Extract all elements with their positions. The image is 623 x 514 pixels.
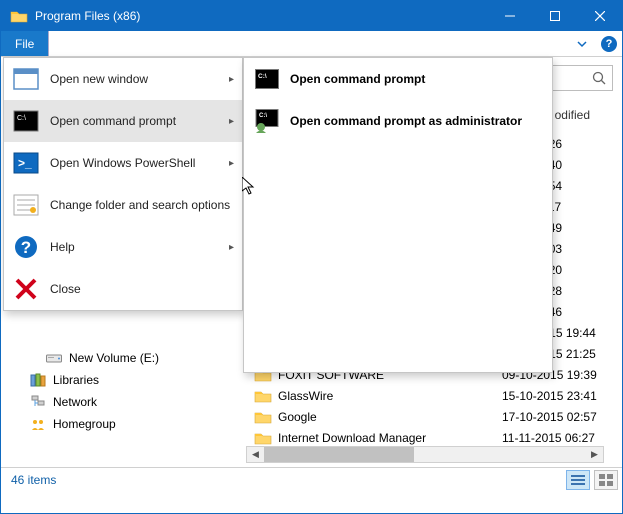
view-icons-button[interactable] <box>594 470 618 490</box>
file-tab[interactable]: File <box>1 31 49 56</box>
file-name: Google <box>278 410 502 424</box>
titlebar: Program Files (x86) <box>1 1 622 31</box>
column-header-modified[interactable]: odified <box>547 103 622 127</box>
cursor-icon <box>242 177 258 197</box>
file-name: GlassWire <box>278 389 502 403</box>
help-button[interactable]: ? <box>596 31 622 56</box>
svg-text:C:\: C:\ <box>259 113 267 119</box>
menu-change-options[interactable]: Change folder and search options <box>4 184 242 226</box>
options-icon <box>12 191 40 219</box>
ribbon-tab-row: File ? <box>1 31 622 57</box>
chevron-right-icon: ▸ <box>229 116 234 127</box>
sidebar-item-drive-e[interactable]: New Volume (E:) <box>1 347 231 369</box>
item-count: 46 items <box>11 473 56 487</box>
chevron-right-icon: ▸ <box>229 242 234 253</box>
file-menu: Open new window ▸ C:\ Open command promp… <box>3 57 243 311</box>
maximize-button[interactable] <box>532 1 577 31</box>
svg-text:C:\: C:\ <box>258 73 267 80</box>
window-title: Program Files (x86) <box>35 1 140 31</box>
submenu-open-cmd[interactable]: C:\ Open command prompt <box>244 58 552 100</box>
sidebar-item-homegroup[interactable]: Homegroup <box>1 413 231 435</box>
cmd-admin-icon: C:\ <box>254 108 280 134</box>
sidebar-item-libraries[interactable]: Libraries <box>1 369 231 391</box>
svg-text:>_: >_ <box>18 156 32 170</box>
file-date: 15-10-2015 23:41 <box>502 389 622 403</box>
scroll-left-icon: ◀ <box>247 449 264 460</box>
folder-icon <box>254 389 272 403</box>
ribbon-collapse-button[interactable] <box>568 31 596 56</box>
close-button[interactable] <box>577 1 622 31</box>
nav-sidebar: New Volume (E:) Libraries Network Homegr… <box>1 347 231 435</box>
menu-open-new-window[interactable]: Open new window ▸ <box>4 58 242 100</box>
menu-help[interactable]: ? Help ▸ <box>4 226 242 268</box>
help-icon: ? <box>601 36 617 52</box>
menu-open-powershell[interactable]: >_ Open Windows PowerShell ▸ <box>4 142 242 184</box>
folder-icon <box>10 9 28 23</box>
file-name: Internet Download Manager <box>278 431 502 445</box>
powershell-icon: >_ <box>12 149 40 177</box>
content-area: odified 2015 20:262015 19:402015 19:5420… <box>1 57 622 491</box>
help-large-icon: ? <box>12 233 40 261</box>
cmd-icon: C:\ <box>254 66 280 92</box>
cmd-icon: C:\ <box>12 107 40 135</box>
sidebar-item-network[interactable]: Network <box>1 391 231 413</box>
view-details-button[interactable] <box>566 470 590 490</box>
homegroup-icon <box>29 416 47 432</box>
svg-text:?: ? <box>21 238 31 257</box>
chevron-right-icon: ▸ <box>229 158 234 169</box>
search-icon <box>592 71 606 85</box>
network-icon <box>29 394 47 410</box>
chevron-right-icon: ▸ <box>229 74 234 85</box>
folder-icon <box>254 410 272 424</box>
file-row[interactable]: GlassWire15-10-2015 23:41 <box>246 385 622 406</box>
new-window-icon <box>12 65 40 93</box>
file-date: 11-11-2015 06:27 <box>502 431 622 445</box>
horizontal-scrollbar[interactable]: ◀ ▶ <box>246 446 604 463</box>
drive-icon <box>45 350 63 366</box>
scroll-right-icon: ▶ <box>586 449 603 460</box>
scroll-thumb[interactable] <box>264 447 414 462</box>
status-bar: 46 items <box>1 467 622 491</box>
minimize-button[interactable] <box>487 1 532 31</box>
file-row[interactable]: Google17-10-2015 02:57 <box>246 406 622 427</box>
svg-text:C:\: C:\ <box>17 115 26 122</box>
file-date: 17-10-2015 02:57 <box>502 410 622 424</box>
cmd-submenu: C:\ Open command prompt C:\ Open command… <box>243 57 553 373</box>
close-x-icon <box>12 275 40 303</box>
file-row[interactable]: Internet Download Manager11-11-2015 06:2… <box>246 427 622 448</box>
menu-close[interactable]: Close <box>4 268 242 310</box>
submenu-open-cmd-admin[interactable]: C:\ Open command prompt as administrator <box>244 100 552 142</box>
folder-icon <box>254 431 272 445</box>
menu-open-command-prompt[interactable]: C:\ Open command prompt ▸ <box>4 100 242 142</box>
libraries-icon <box>29 372 47 388</box>
